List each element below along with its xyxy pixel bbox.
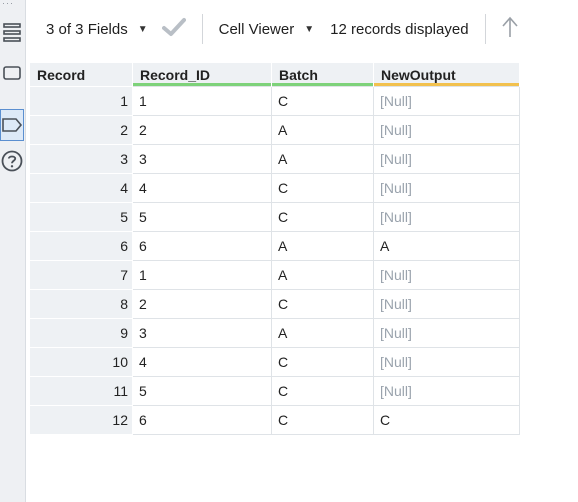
header-record[interactable]: Record — [29, 62, 133, 87]
batch-cell[interactable]: A — [271, 144, 374, 174]
record-id-cell[interactable]: 1 — [132, 86, 272, 116]
header-underline — [374, 83, 519, 86]
header-record-id[interactable]: Record_ID — [132, 62, 272, 87]
table-row[interactable]: 2 2 A [Null] — [29, 115, 520, 145]
new-output-cell[interactable]: [Null] — [373, 318, 520, 348]
new-output-cell[interactable]: [Null] — [373, 86, 520, 116]
batch-cell[interactable]: A — [271, 231, 374, 261]
record-number-cell[interactable]: 3 — [29, 144, 133, 174]
batch-cell[interactable]: C — [271, 289, 374, 319]
header-batch[interactable]: Batch — [271, 62, 374, 87]
record-number-cell[interactable]: 2 — [29, 115, 133, 145]
batch-cell[interactable]: A — [271, 115, 374, 145]
new-output-cell[interactable]: A — [373, 231, 520, 261]
header-underline — [272, 83, 373, 86]
record-number-cell[interactable]: 12 — [29, 405, 133, 435]
new-output-cell[interactable]: [Null] — [373, 260, 520, 290]
record-number-cell[interactable]: 10 — [29, 347, 133, 377]
records-count: 12 records displayed — [330, 20, 469, 38]
results-toolbar: 3 of 3 Fields ▼ Cell Viewer ▼ 12 records… — [26, 0, 578, 58]
record-number-cell[interactable]: 6 — [29, 231, 133, 261]
tag-icon[interactable] — [0, 109, 24, 141]
new-output-cell[interactable]: [Null] — [373, 347, 520, 377]
checkmark-icon[interactable] — [161, 17, 186, 41]
left-rail: ··· — [0, 0, 26, 502]
record-number-cell[interactable]: 5 — [29, 202, 133, 232]
record-number-cell[interactable]: 4 — [29, 173, 133, 203]
new-output-cell[interactable]: [Null] — [373, 173, 520, 203]
toolbar-divider — [201, 14, 203, 44]
batch-cell[interactable]: C — [271, 173, 374, 203]
header-new-output[interactable]: NewOutput — [373, 62, 520, 87]
table-row[interactable]: 4 4 C [Null] — [29, 173, 520, 203]
more-dots-icon: ··· — [2, 0, 14, 8]
table-row[interactable]: 66AA — [29, 231, 520, 261]
record-number-cell[interactable]: 11 — [29, 376, 133, 406]
results-grid: Record Record_ID Batch NewOutput 1 1 C [Nul… — [29, 62, 520, 435]
toolbar-divider — [484, 14, 486, 44]
table-row[interactable]: 7 1 A [Null] — [29, 260, 520, 290]
table-row[interactable]: 12 6 C C — [29, 405, 520, 435]
batch-cell[interactable]: C — [271, 202, 374, 232]
rectangle-icon[interactable] — [0, 66, 24, 80]
grid-header-row: Record Record_ID Batch NewOutput — [29, 62, 520, 87]
new-output-cell[interactable]: C — [373, 405, 520, 435]
caret-down-icon: ▼ — [137, 23, 148, 35]
new-output-cell[interactable]: [Null] — [373, 144, 520, 174]
new-output-cell[interactable]: [Null] — [373, 376, 520, 406]
record-id-cell[interactable]: 2 — [132, 115, 272, 145]
new-output-cell[interactable]: [Null] — [373, 289, 520, 319]
batch-cell[interactable]: C — [271, 405, 374, 435]
record-id-cell[interactable]: 1 — [132, 260, 272, 290]
table-row[interactable]: 3 3 A [Null] — [29, 144, 520, 174]
batch-cell[interactable]: A — [271, 318, 374, 348]
batch-cell[interactable]: C — [271, 347, 374, 377]
list-icon[interactable] — [0, 23, 24, 43]
caret-down-icon: ▼ — [304, 23, 315, 35]
table-row[interactable]: 8 2 C [Null] — [29, 289, 520, 319]
record-id-cell[interactable]: 6 — [132, 231, 272, 261]
table-row[interactable]: 1 1 C [Null] — [29, 86, 520, 116]
record-id-cell[interactable]: 4 — [132, 347, 272, 377]
table-row[interactable]: 9 3 A [Null] — [29, 318, 520, 348]
record-id-cell[interactable]: 6 — [132, 405, 272, 435]
record-number-cell[interactable]: 8 — [29, 289, 133, 319]
fields-label: 3 of 3 Fields — [46, 20, 128, 38]
new-output-cell[interactable]: [Null] — [373, 115, 520, 145]
table-row[interactable]: 11 5 C [Null] — [29, 376, 520, 406]
viewer-label: Cell Viewer — [218, 20, 295, 38]
record-id-cell[interactable]: 3 — [132, 144, 272, 174]
record-id-cell[interactable]: 5 — [132, 202, 272, 232]
header-underline — [30, 83, 132, 86]
up-arrow-icon[interactable] — [501, 16, 518, 42]
batch-cell[interactable]: A — [271, 260, 374, 290]
record-id-cell[interactable]: 5 — [132, 376, 272, 406]
new-output-cell[interactable]: [Null] — [373, 202, 520, 232]
batch-cell[interactable]: C — [271, 376, 374, 406]
table-row[interactable]: 5 5 C [Null] — [29, 202, 520, 232]
header-underline — [133, 83, 271, 86]
record-id-cell[interactable]: 4 — [132, 173, 272, 203]
table-row[interactable]: 10 4 C [Null] — [29, 347, 520, 377]
record-id-cell[interactable]: 3 — [132, 318, 272, 348]
record-number-cell[interactable]: 1 — [29, 86, 133, 116]
record-id-cell[interactable]: 2 — [132, 289, 272, 319]
viewer-dropdown[interactable]: Cell Viewer ▼ — [219, 21, 315, 38]
record-number-cell[interactable]: 9 — [29, 318, 133, 348]
record-number-cell[interactable]: 7 — [29, 260, 133, 290]
help-icon[interactable] — [0, 150, 24, 172]
batch-cell[interactable]: C — [271, 86, 374, 116]
fields-dropdown[interactable]: 3 of 3 Fields ▼ — [26, 21, 148, 38]
